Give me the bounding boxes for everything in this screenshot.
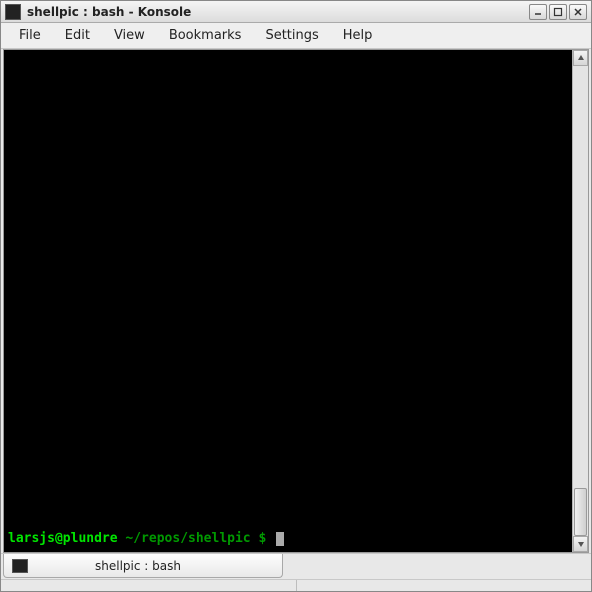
statusbar [1,579,591,591]
menu-view[interactable]: View [102,24,157,47]
menubar: File Edit View Bookmarks Settings Help [1,23,591,49]
app-icon [5,4,21,20]
menu-help[interactable]: Help [331,24,385,47]
scroll-thumb[interactable] [574,488,587,536]
prompt-symbol: $ [258,531,266,546]
minimize-button[interactable] [529,4,547,20]
menu-edit[interactable]: Edit [53,24,102,47]
menu-settings[interactable]: Settings [253,24,330,47]
prompt-user-host: larsjs@plundre [8,531,118,546]
window-controls [529,4,587,20]
scroll-track[interactable] [573,66,588,536]
terminal[interactable]: larsjs@plundre ~/repos/shellpic $ [4,50,572,552]
cursor [276,532,284,546]
tab-label: shellpic : bash [34,559,242,573]
titlebar[interactable]: shellpic : bash - Konsole [1,1,591,23]
close-button[interactable] [569,4,587,20]
konsole-window: shellpic : bash - Konsole File Edit View… [0,0,592,592]
scrollbar [572,50,588,552]
tab-shellpic-bash[interactable]: shellpic : bash [3,554,283,578]
terminal-icon [12,559,28,573]
menu-file[interactable]: File [7,24,53,47]
menu-bookmarks[interactable]: Bookmarks [157,24,254,47]
prompt-line: larsjs@plundre ~/repos/shellpic $ [8,531,284,546]
terminal-area: larsjs@plundre ~/repos/shellpic $ [3,49,589,553]
tabbar: shellpic : bash [1,553,591,579]
maximize-button[interactable] [549,4,567,20]
window-title: shellpic : bash - Konsole [25,5,525,19]
scroll-up-button[interactable] [573,50,588,66]
statusbar-separator [296,580,297,591]
prompt-path: ~/repos/shellpic [125,531,250,546]
scroll-down-button[interactable] [573,536,588,552]
